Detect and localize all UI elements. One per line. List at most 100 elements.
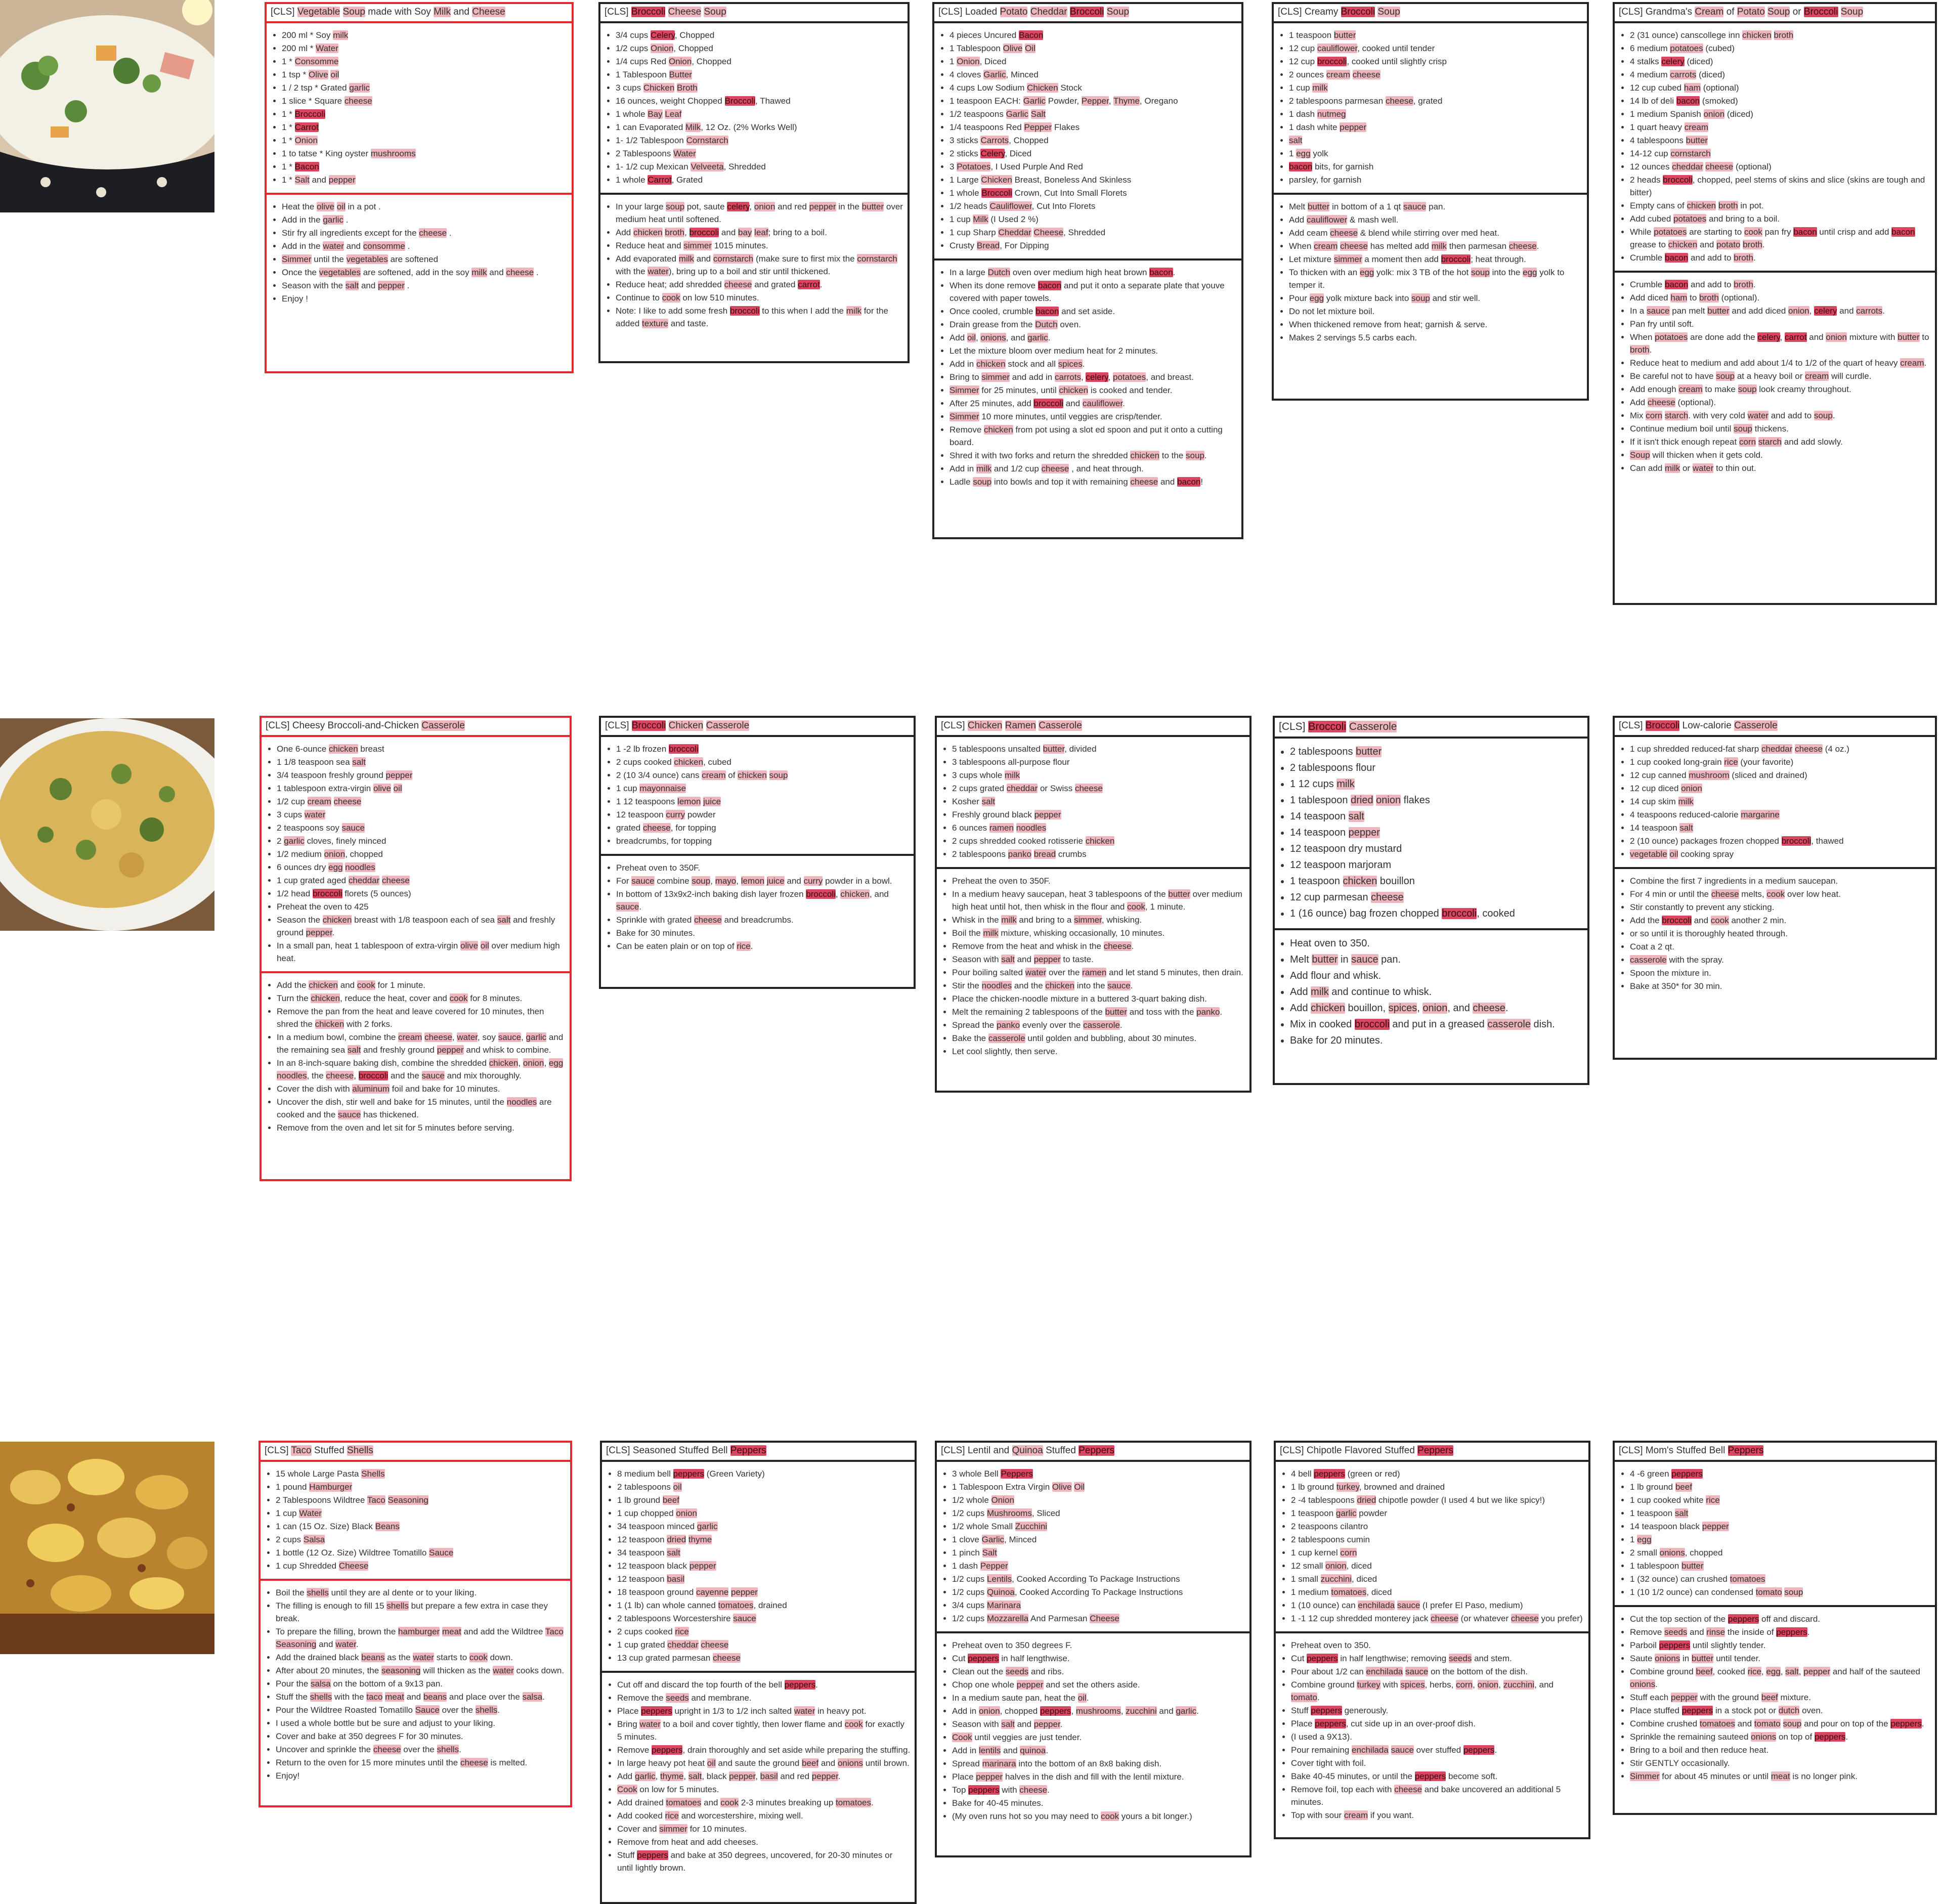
ingredient-item: 200 ml * Water [282, 42, 568, 55]
instruction-list: Preheat oven to 350.Cut peppers in half … [1276, 1633, 1588, 1828]
ingredient-item: 1 * Onion [282, 134, 568, 147]
ingredient-item: 1- 1/2 cup Mexican Velveeta, Shredded [616, 160, 903, 173]
ingredient-item: 34 teaspoon salt [617, 1546, 911, 1559]
instruction-item: Mix in cooked broccoli and put in a grea… [1290, 1017, 1583, 1032]
ingredient-item: 1 cup shredded reduced-fat sharp cheddar… [1630, 743, 1931, 755]
ingredient-item: 1 (32 ounce) can crushed tomatoes [1630, 1573, 1931, 1585]
ingredient-item: 1 dash white pepper [1289, 121, 1583, 134]
instruction-item: When potatoes are done add the celery, c… [1630, 331, 1931, 356]
instruction-item: Simmer for about 45 minutes or until mea… [1630, 1770, 1931, 1783]
instruction-item: Cover and simmer for 10 minutes. [617, 1823, 911, 1835]
instruction-item: Season with salt and pepper. [952, 1718, 1245, 1730]
ingredient-item: 14 lb of deli bacon (smoked) [1630, 95, 1931, 107]
instruction-item: Remove from heat and add cheeses. [617, 1836, 911, 1848]
ingredient-item: 1/2 cups Lentils, Cooked According To Pa… [952, 1573, 1245, 1585]
instruction-item: The filling is enough to fill 15 shells … [276, 1599, 566, 1625]
ingredient-item: 3 whole Bell Peppers [952, 1467, 1245, 1480]
instruction-list: In your large soup pot, saute celery, on… [600, 195, 908, 336]
instruction-item: Spread the panko evenly over the cassero… [952, 1019, 1245, 1031]
instruction-item: Bake 40-45 minutes, or until the peppers… [1291, 1770, 1584, 1783]
instruction-item: Cover the dish with aluminum foil and ba… [277, 1083, 566, 1095]
instruction-item: Add evaporated milk and cornstarch (make… [616, 252, 903, 278]
instruction-item: Add flour and whisk. [1290, 968, 1583, 984]
recipe-title: [CLS] Creamy Broccoli Soup [1274, 4, 1587, 23]
ingredient-item: 1 tablespoon butter [1630, 1560, 1931, 1572]
instruction-item: I used a whole bottle but be sure and ad… [276, 1717, 566, 1729]
ingredient-item: 12 cup parmesan cheese [1290, 890, 1583, 905]
instruction-item: For sauce combine soup, mayo, lemon juic… [616, 875, 910, 887]
recipe-card: [CLS] Broccoli Low-calorie Casserole 1 cu… [1613, 716, 1937, 1060]
ingredient-item: 4 teaspoons reduced-calorie margarine [1630, 808, 1931, 821]
instruction-item: Add cheese (optional). [1630, 396, 1931, 409]
ingredient-item: 14 teaspoon salt [1290, 809, 1583, 825]
instruction-item: Add chicken bouillon, spices, onion, and… [1290, 1001, 1583, 1016]
instruction-item: In a medium saute pan, heat the oil. [952, 1692, 1245, 1704]
recipe-card: [CLS] Grandma's Cream of Potato Soup or … [1613, 2, 1937, 605]
instruction-item: In a sauce pan melt butter and add diced… [1630, 305, 1931, 317]
ingredient-item: 4 medium carrots (diced) [1630, 68, 1931, 81]
instruction-item: Continue medium boil until soup thickens… [1630, 422, 1931, 435]
instruction-item: Add in the water and consomme . [282, 240, 568, 252]
ingredient-item: 1 teaspoon butter [1289, 29, 1583, 41]
instruction-item: In bottom of 13x9x2-inch baking dish lay… [616, 888, 910, 913]
instruction-item: Pour about 1/2 can enchilada sauce on th… [1291, 1665, 1584, 1678]
instruction-item: After 25 minutes, add broccoli and cauli… [950, 397, 1237, 410]
instruction-item: Return to the oven for 15 more minutes u… [276, 1756, 566, 1769]
instruction-item: Let cool slightly, then serve. [952, 1045, 1245, 1058]
ingredient-item: 1 egg yolk [1289, 147, 1583, 160]
ingredient-item: 14 teaspoon salt [1630, 821, 1931, 834]
instruction-list: Heat oven to 350.Melt butter in sauce pa… [1275, 930, 1587, 1055]
instruction-item: Simmer 10 more minutes, until veggies ar… [950, 410, 1237, 423]
ingredient-item: 14-12 cup cornstarch [1630, 147, 1931, 160]
instruction-item: In your large soup pot, saute celery, on… [616, 200, 903, 226]
instruction-item: Can be eaten plain or on top of rice. [616, 940, 910, 953]
instruction-list: Combine the first 7 ingredients in a med… [1615, 869, 1935, 999]
ingredient-item: 14 cup skim milk [1630, 795, 1931, 808]
instruction-list: Melt butter in bottom of a 1 qt sauce pa… [1274, 195, 1587, 351]
instruction-item: Stir GENTLY occasionally. [1630, 1757, 1931, 1769]
ingredient-item: 1 tsp * Olive oil [282, 68, 568, 81]
ingredient-item: 1 Tablespoon Extra Virgin Olive Oil [952, 1481, 1245, 1493]
instruction-item: To thicken with an egg yolk: mix 3 TB of… [1289, 266, 1583, 291]
ingredient-item: 1 12 cups milk [1290, 776, 1583, 792]
instruction-item: Chop one whole pepper and set the others… [952, 1678, 1245, 1691]
ingredient-item: 1 (16 ounce) bag frozen chopped broccoli… [1290, 906, 1583, 922]
ingredient-item: 1 medium Spanish onion (diced) [1630, 108, 1931, 120]
instruction-item: Add in milk and 1/2 cup cheese , and hea… [950, 462, 1237, 475]
instruction-item: Stuff the shells with the taco meat and … [276, 1691, 566, 1703]
recipe-card: [CLS] Vegetable Soup made with Soy Milk … [265, 2, 574, 373]
recipe-title: [CLS] Cheesy Broccoli-and-Chicken Casser… [262, 718, 570, 737]
ingredient-list: 200 ml * Soy milk200 ml * Water1 * Conso… [267, 23, 572, 195]
recipe-title: [CLS] Broccoli Low-calorie Casserole [1615, 718, 1935, 737]
instruction-item: Pour boiling salted water over the ramen… [952, 966, 1245, 979]
instruction-item: In a medium heavy saucepan, heat 3 table… [952, 888, 1245, 913]
ingredient-item: 1/2 head broccoli florets (5 ounces) [277, 887, 566, 900]
ingredient-item: 12 ounces cheddar cheese (optional) [1630, 160, 1931, 173]
instruction-item: Remove the seeds and membrane. [617, 1692, 911, 1704]
ingredient-item: 15 whole Large Pasta Shells [276, 1467, 566, 1480]
instruction-list: Preheat oven to 350 degrees F.Cut pepper… [937, 1633, 1249, 1829]
ingredient-item: 3 cups water [277, 808, 566, 821]
recipe-card: [CLS] Broccoli Chicken Casserole1 -2 lb … [599, 716, 916, 989]
ingredient-item: 1/2 cups Onion, Chopped [616, 42, 903, 55]
instruction-item: Cook until veggies are just tender. [952, 1731, 1245, 1744]
instruction-item: (My oven runs hot so you may need to coo… [952, 1810, 1245, 1823]
ingredient-item: While potatoes are starting to cook pan … [1630, 226, 1931, 251]
instruction-item: Place peppers, cut side up in an over-pr… [1291, 1717, 1584, 1730]
instruction-item: Enjoy! [276, 1769, 566, 1782]
instruction-item: Add in onion, chopped peppers, mushrooms… [952, 1705, 1245, 1717]
ingredient-item: 1 12 teaspoons lemon juice [616, 795, 910, 808]
ingredient-item: 12 cup diced onion [1630, 782, 1931, 795]
instruction-item: Add ceam cheese & blend while stirring o… [1289, 227, 1583, 239]
ingredient-item: 12 teaspoon dry mustard [1290, 841, 1583, 857]
ingredient-item: Add cubed potatoes and bring to a boil. [1630, 212, 1931, 225]
instruction-item: Simmer for 25 minutes, until chicken is … [950, 384, 1237, 397]
instruction-item: Add the chicken and cook for 1 minute. [277, 979, 566, 991]
instruction-list: Preheat oven to 350F.For sauce combine s… [601, 856, 914, 959]
ingredient-item: 2 (31 ounce) canscollege inn chicken bro… [1630, 29, 1931, 41]
ingredient-item: 1 teaspoon EACH: Garlic Powder, Pepper, … [950, 95, 1237, 107]
ingredient-item: 34 teaspoon minced garlic [617, 1520, 911, 1533]
ingredient-list: 1 teaspoon butter12 cup cauliflower, coo… [1274, 23, 1587, 195]
ingredient-item: 2 tablespoons parmesan cheese, grated [1289, 95, 1583, 107]
instruction-item: Add in the garlic . [282, 213, 568, 226]
